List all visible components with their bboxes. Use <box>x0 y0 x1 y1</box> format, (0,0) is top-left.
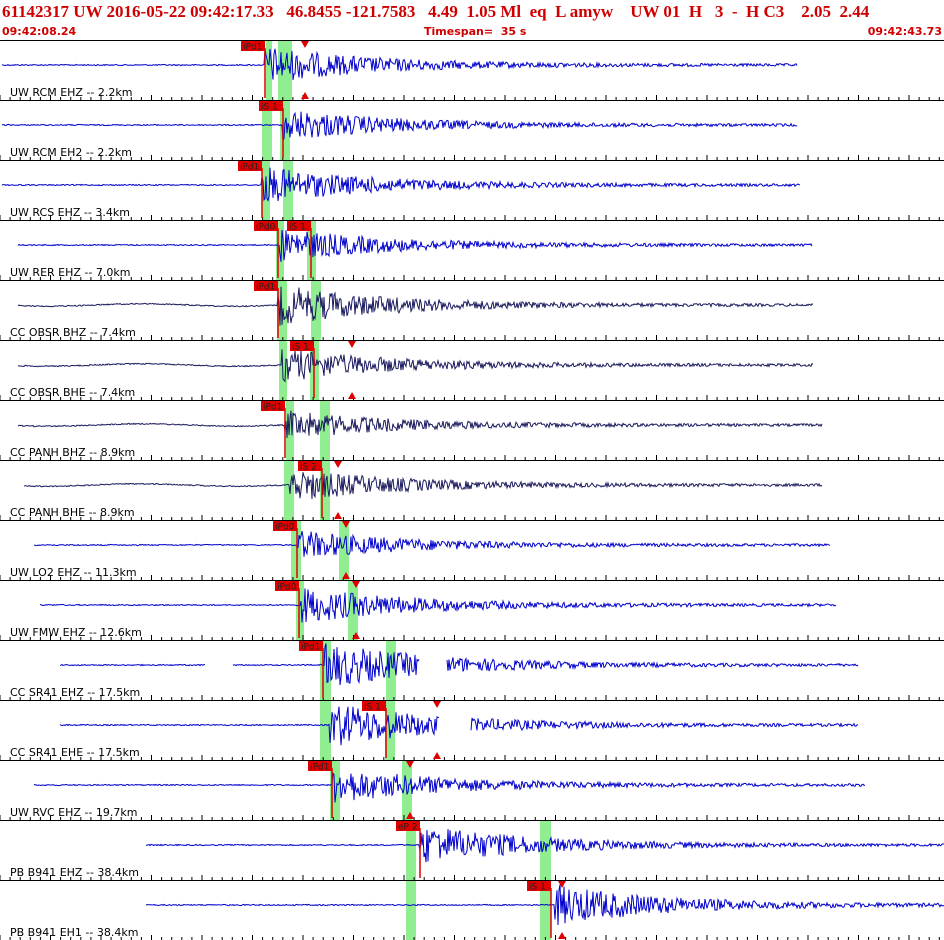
station-label: UW LO2 EHZ -- 11.3km <box>10 566 137 579</box>
station-label: UW RCS EHZ -- 3.4km <box>10 206 130 219</box>
trace-row[interactable]: iS 1 CC SR41 EHE -- 17.5km <box>0 700 944 760</box>
trace-row[interactable]: iPd1 UW RVC EHZ -- 19.7km <box>0 760 944 820</box>
trace-row[interactable]: iPd0 UW LO2 EHZ -- 11.3km <box>0 520 944 580</box>
trace-row[interactable]: iS 1 PB B941 EH1 -- 38.4km <box>0 880 944 940</box>
waveform <box>59 706 859 746</box>
trace-row[interactable]: iPd1 UW RCS EHZ -- 3.4km <box>0 160 944 220</box>
pick-label: iS 1 <box>289 223 306 233</box>
station-label: PB B941 EHZ -- 38.4km <box>10 866 139 879</box>
pick-window <box>320 400 330 460</box>
station-label: CC SR41 EHZ -- 17.5km <box>10 686 140 699</box>
trace-row[interactable]: iPd1 CC PANH BHZ -- 8.9km <box>0 400 944 460</box>
station-label: CC PANH BHE -- 8.9km <box>10 506 135 519</box>
timespan-label: Timespan= 35 s <box>424 25 527 38</box>
pick-label: eP 2 <box>398 823 418 833</box>
waveform <box>1 111 798 142</box>
trace-row[interactable]: iS 2 CC PANH BHE -- 8.9km <box>0 460 944 520</box>
station-label: UW RCM EHZ -- 2.2km <box>10 86 132 99</box>
waveform <box>17 286 814 326</box>
trace-row[interactable]: eP 2 PB B941 EHZ -- 38.4km <box>0 820 944 880</box>
waveform <box>1 167 801 202</box>
station-label: CC SR41 EHE -- 17.5km <box>10 746 140 759</box>
pick-label: iPd1 <box>256 283 275 293</box>
seismogram-svg[interactable]: iPd1 UW RCM EHZ -- 2.2km iS 1 UW RCM EH2 --… <box>0 40 944 940</box>
pick-label: iPd1 <box>263 403 282 413</box>
trace-row[interactable]: iPd0 UW FMW EHZ -- 12.6km <box>0 580 944 640</box>
station-label: UW RVC EHZ -- 19.7km <box>10 806 137 819</box>
waveform <box>23 472 823 500</box>
waveform <box>40 588 837 623</box>
pick-label: iPd1 <box>240 163 259 173</box>
pick-label: iPd0 <box>277 583 297 593</box>
pick-marker-bottom <box>301 92 309 99</box>
pick-label: iS 1 <box>364 703 381 713</box>
pick-marker-bottom <box>334 512 342 519</box>
station-label: CC OBSR BHE -- 7.4km <box>10 386 135 399</box>
waveform <box>59 643 859 686</box>
pick-label: iPd0 <box>275 523 295 533</box>
station-label: CC OBSR BHZ -- 7.4km <box>10 326 136 339</box>
trace-row[interactable]: iS 1 UW RCM EH2 -- 2.2km <box>0 100 944 160</box>
end-time: 09:42:43.73 <box>867 25 942 38</box>
pick-label: iS 2 <box>300 463 317 473</box>
waveform <box>34 531 831 557</box>
pick-label: iPd1 <box>243 43 262 53</box>
pick-label: iS 1 <box>529 883 546 893</box>
pick-marker-bottom <box>433 752 441 759</box>
station-label: UW RCM EH2 -- 2.2km <box>10 146 132 159</box>
trace-row[interactable]: iPd0 iS 1 UW RER EHZ -- 7.0km <box>0 220 944 280</box>
pick-marker[interactable] <box>334 461 342 468</box>
pick-window <box>266 40 272 100</box>
pick-label: iS 1 <box>261 103 278 113</box>
waveform <box>17 410 823 438</box>
pick-window <box>406 880 416 940</box>
pick-marker[interactable] <box>348 341 356 348</box>
station-label: CC PANH BHZ -- 8.9km <box>10 446 135 459</box>
trace-row[interactable]: iS 1 CC OBSR BHE -- 7.4km <box>0 340 944 400</box>
pick-label: iS 1 <box>292 343 309 353</box>
waveform <box>17 229 813 262</box>
event-header: 61142317 UW 2016-05-22 09:42:17.33 46.84… <box>0 0 944 40</box>
pick-window <box>339 520 349 580</box>
pick-marker-bottom <box>348 392 356 399</box>
seismogram-panel[interactable]: iPd1 UW RCM EHZ -- 2.2km iS 1 UW RCM EH2 --… <box>0 40 944 940</box>
pick-label: iPd1 <box>301 643 320 653</box>
start-time: 09:42:08.24 <box>2 25 77 38</box>
station-label: UW FMW EHZ -- 12.6km <box>10 626 142 639</box>
station-label: PB B941 EH1 -- 38.4km <box>10 926 138 939</box>
waveform <box>33 772 866 803</box>
waveform <box>17 349 814 383</box>
trace-row[interactable]: iPd1 CC OBSR BHZ -- 7.4km <box>0 280 944 340</box>
station-label: UW RER EHZ -- 7.0km <box>10 266 130 279</box>
waveform <box>1 48 798 80</box>
pick-label: iPd1 <box>310 763 329 773</box>
trace-row[interactable]: iPd1 UW RCM EHZ -- 2.2km <box>0 40 944 100</box>
pick-label: iPd0 <box>256 223 276 233</box>
trace-row[interactable]: iPd1 CC SR41 EHZ -- 17.5km <box>0 640 944 700</box>
pick-window <box>284 460 294 520</box>
pick-marker[interactable] <box>301 41 309 48</box>
pick-marker[interactable] <box>433 701 441 708</box>
event-title: 61142317 UW 2016-05-22 09:42:17.33 46.84… <box>2 2 870 21</box>
pick-marker-bottom <box>558 932 566 939</box>
